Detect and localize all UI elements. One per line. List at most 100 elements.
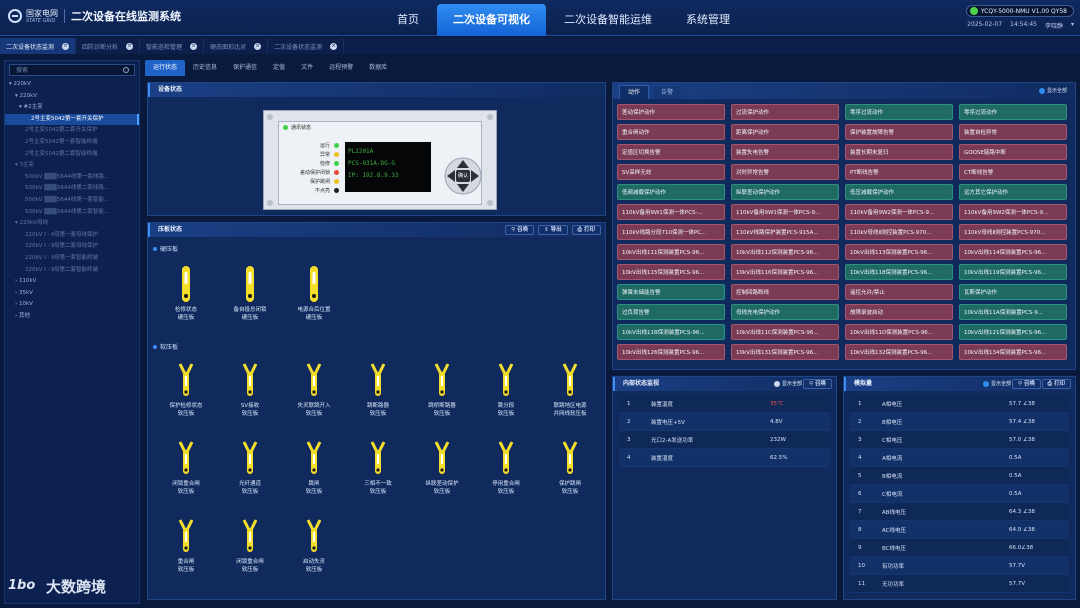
tree-item[interactable]: 2号主变5042第一套智能终端: [5, 137, 139, 149]
alarm-signal[interactable]: 110kV备用9W2保测一体PCS-9...: [959, 204, 1067, 220]
close-icon[interactable]: ×: [330, 42, 338, 50]
alarm-signal[interactable]: GOOSE链路中断: [959, 144, 1067, 160]
export-button[interactable]: ⇪ 导出: [538, 225, 568, 235]
alarm-signal[interactable]: 距离保护动作: [731, 124, 839, 140]
alarm-signal[interactable]: 10kV出线126保测装置PCS-96...: [617, 344, 725, 360]
plate-item[interactable]: SV接收 软压板: [218, 360, 282, 418]
tree-item[interactable]: › 其他: [5, 311, 139, 323]
alarm-signal[interactable]: 10kV出线11C保测装置PCS-96...: [731, 324, 839, 340]
alarm-signal[interactable]: 瓦斯保护动作: [959, 284, 1067, 300]
alarm-signal[interactable]: 过负荷告警: [617, 304, 725, 320]
plate-item[interactable]: 检修状态 硬压板: [154, 264, 218, 322]
plate-item[interactable]: 闭锁重合闸 软压板: [218, 516, 282, 574]
page-tab[interactable]: 硬态图形比对 ×: [204, 38, 269, 54]
alarm-signal[interactable]: 10kV出线11D保测装置PCS-96...: [845, 324, 953, 340]
page-tab[interactable]: 智能巡检管理 ×: [140, 38, 205, 54]
close-icon[interactable]: ×: [190, 42, 198, 50]
alarm-signal[interactable]: 110kV母线Ⅱ测控装置PCS-970...: [959, 224, 1067, 240]
alarm-signal[interactable]: 110kV备用9W2保测一体PCS-9...: [845, 204, 953, 220]
search-icon[interactable]: [123, 67, 129, 73]
plate-item[interactable]: 三相不一致 软压板: [346, 438, 410, 496]
alarm-signal[interactable]: 母线充电保护动作: [731, 304, 839, 320]
refresh-button[interactable]: ⚲ 召唤: [1012, 379, 1041, 389]
tab-remote-warning[interactable]: 远程预警: [321, 60, 361, 76]
show-all-toggle[interactable]: 显示全部: [982, 377, 1011, 391]
tree-item[interactable]: 220kV Ⅰ - Ⅱ母第二套母线保护: [5, 241, 139, 253]
tab-settings[interactable]: 定值: [265, 60, 293, 76]
alarm-signal[interactable]: 10kV出线131保测装置PCS-96...: [731, 344, 839, 360]
alarm-signal[interactable]: 过流保护动作: [731, 104, 839, 120]
tree-item[interactable]: ▾ 3主变: [5, 160, 139, 172]
tree-item[interactable]: ▾ 220kV母线: [5, 218, 139, 230]
plate-item[interactable]: 重合闸 软压板: [154, 516, 218, 574]
tab-database[interactable]: 数据库: [361, 60, 395, 76]
alarm-signal[interactable]: 10kV出线115保测装置PCS-96...: [617, 264, 725, 280]
alarm-signal[interactable]: 110kV母线Ⅱ测控装置PCS-970...: [845, 224, 953, 240]
alarm-signal[interactable]: 10kV出线114保测装置PCS-96...: [959, 244, 1067, 260]
close-icon[interactable]: ×: [62, 42, 70, 50]
plate-item[interactable]: 跳分段 软压板: [474, 360, 538, 418]
plate-item[interactable]: 电源合后位置 硬压板: [282, 264, 346, 322]
plate-item[interactable]: 闭锁重合闸 软压板: [154, 438, 218, 496]
tree-item[interactable]: ▾ 220kV: [5, 91, 139, 103]
tree-item[interactable]: › 10kV: [5, 299, 139, 311]
plate-item[interactable]: 联跳地区电源 并网线软压板: [538, 360, 602, 418]
alarm-signal[interactable]: 10kV出线113保测装置PCS-96...: [845, 244, 953, 260]
alarm-signal[interactable]: 10kV出线121保测装置PCS-96...: [959, 324, 1067, 340]
alarm-signal[interactable]: 10kV出线116保测装置PCS-96...: [731, 264, 839, 280]
alarm-signal[interactable]: 10kV出线111保测装置PCS-96...: [617, 244, 725, 260]
chevron-down-icon[interactable]: ▾: [1071, 21, 1074, 30]
plate-item[interactable]: 保护跳闸 软压板: [538, 438, 602, 496]
tree-item[interactable]: 500kV ▒▒▒5644线第一套线路...: [5, 172, 139, 184]
alarm-signal[interactable]: 110kV备用9W1保测一体PCS-...: [617, 204, 725, 220]
tree-item[interactable]: 500kV ▒▒▒5644线第一套智能...: [5, 195, 139, 207]
close-icon[interactable]: ×: [254, 42, 262, 50]
nav-visualization[interactable]: 二次设备可视化: [437, 4, 546, 36]
tree-item[interactable]: 2号主变5042第二套智能终端: [5, 149, 139, 161]
alarm-signal[interactable]: 弹簧未储能告警: [617, 284, 725, 300]
show-all-toggle[interactable]: 显示全部: [1038, 87, 1067, 94]
tree-item[interactable]: ▾ #2主变: [5, 102, 139, 114]
plate-item[interactable]: 跳断路器 软压板: [346, 360, 410, 418]
alarm-signal[interactable]: 纵联差动保护动作: [731, 184, 839, 200]
page-tab[interactable]: 四防诊断分析 ×: [76, 38, 141, 54]
nav-system[interactable]: 系统管理: [670, 4, 746, 36]
tab-files[interactable]: 文件: [293, 60, 321, 76]
tree-item[interactable]: ▾ 220kV: [5, 79, 139, 91]
alarm-signal[interactable]: PT断线告警: [845, 164, 953, 180]
tree-item[interactable]: › 35kV: [5, 288, 139, 300]
print-button[interactable]: ⎙ 打印: [1041, 379, 1071, 389]
plate-item[interactable]: 备自投总闭锁 硬压板: [218, 264, 282, 322]
tab-action[interactable]: 动作: [619, 85, 650, 99]
tree-item[interactable]: 220kV Ⅰ - Ⅱ母第一套母线保护: [5, 230, 139, 242]
page-tab[interactable]: 二次设备状态监测 ×: [0, 38, 77, 54]
user-name[interactable]: 李晓静: [1045, 21, 1063, 30]
alarm-signal[interactable]: 110kV线路分段710保测一体PC...: [617, 224, 725, 240]
refresh-button[interactable]: ⚲ 召唤: [505, 225, 535, 235]
alarm-signal[interactable]: 零序过流动作: [959, 104, 1067, 120]
tree-item[interactable]: 220kV Ⅰ - Ⅱ母第二套智能终端: [5, 265, 139, 277]
alarm-signal[interactable]: 低压减载保护动作: [845, 184, 953, 200]
search-input[interactable]: 搜索: [9, 64, 135, 76]
tab-protection-comm[interactable]: 保护通信: [225, 60, 265, 76]
page-tab[interactable]: 二次设备状态监测 ×: [268, 38, 345, 54]
alarm-signal[interactable]: CT断线告警: [959, 164, 1067, 180]
tab-running-status[interactable]: 运行状态: [145, 60, 186, 76]
alarm-signal[interactable]: 110kV线路保护装置PCS-915A...: [731, 224, 839, 240]
nav-home[interactable]: 首页: [381, 4, 435, 36]
alarm-signal[interactable]: 保护装置故障告警: [845, 124, 953, 140]
refresh-button[interactable]: ⚲ 召唤: [803, 379, 832, 389]
plate-item[interactable]: 光纤通道 软压板: [218, 438, 282, 496]
show-all-toggle[interactable]: 显示全部: [773, 377, 802, 391]
tree-item[interactable]: 500kV ▒▒▒5644线第二套线路...: [5, 183, 139, 195]
confirm-key-label[interactable]: 确认: [456, 172, 470, 179]
tree-item[interactable]: 220kV Ⅰ - Ⅱ母第一套智能终端: [5, 253, 139, 265]
plate-item[interactable]: 失灵联跳开入 软压板: [282, 360, 346, 418]
alarm-signal[interactable]: 遥控允许/禁止: [845, 284, 953, 300]
nav-maintenance[interactable]: 二次设备智能运维: [548, 4, 668, 36]
alarm-signal[interactable]: 10kV出线132保测装置PCS-96...: [845, 344, 953, 360]
print-button[interactable]: ⎙ 打印: [571, 225, 601, 235]
plate-item[interactable]: 跳桥断路器 软压板: [410, 360, 474, 418]
plate-item[interactable]: 纵联差动保护 软压板: [410, 438, 474, 496]
alarm-signal[interactable]: 重合闸动作: [617, 124, 725, 140]
